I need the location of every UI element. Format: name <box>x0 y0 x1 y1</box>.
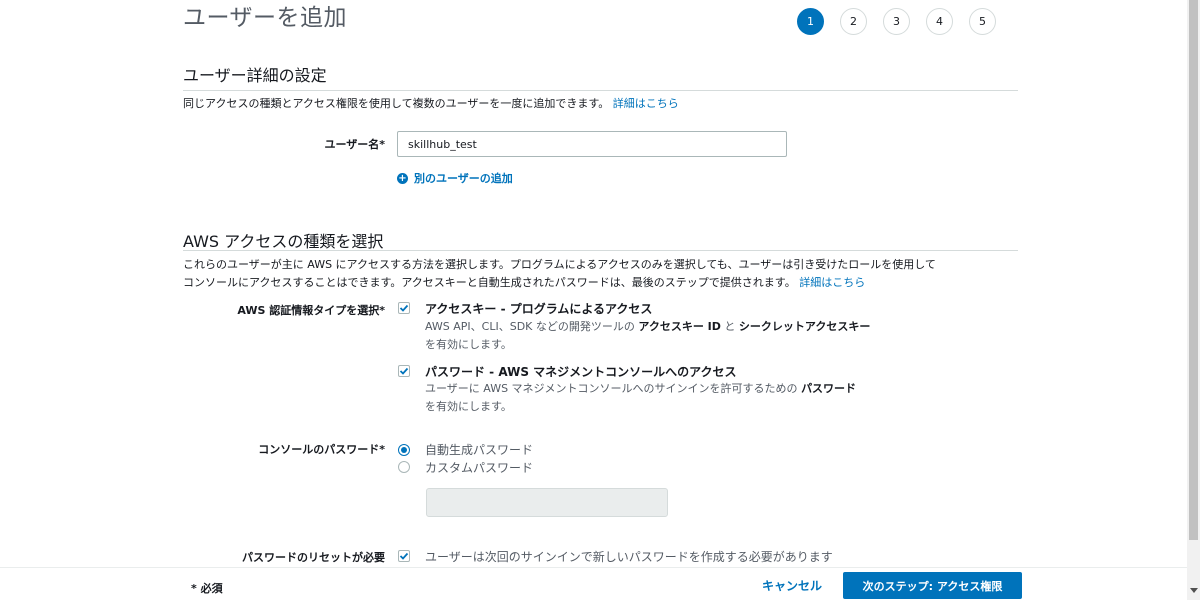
autogenerated-password-label: 自動生成パスワード <box>425 443 534 457</box>
step-2[interactable]: 2 <box>840 8 867 35</box>
next-permissions-button[interactable]: 次のステップ: アクセス権限 <box>843 572 1022 599</box>
opt2-desc-a: ユーザーに AWS マネジメントコンソールへのサインインを許可するための <box>425 382 798 395</box>
console-password-label: コンソールのパスワード* <box>258 443 385 456</box>
scrollbar-thumb[interactable] <box>1189 0 1198 540</box>
section-title-access-type: AWS アクセスの種類を選択 <box>183 232 384 251</box>
console-access-desc: ユーザーに AWS マネジメントコンソールへのサインインを許可するための パスワ… <box>425 380 856 416</box>
programmatic-access-title: アクセスキー - プログラムによるアクセス <box>425 302 653 316</box>
console-access-title: パスワード - AWS マネジメントコンソールへのアクセス <box>425 365 737 379</box>
opt1-desc-a: AWS API、CLI、SDK などの開発ツールの <box>425 320 635 333</box>
programmatic-access-checkbox[interactable] <box>398 302 410 314</box>
require-reset-text: ユーザーは次回のサインインで新しいパスワードを作成する必要があります <box>425 550 833 564</box>
page-title: ユーザーを追加 <box>183 5 348 31</box>
username-input[interactable]: skillhub_test <box>397 131 787 157</box>
add-another-user-label: 別のユーザーの追加 <box>414 172 513 185</box>
step-3[interactable]: 3 <box>883 8 910 35</box>
opt1-desc-d: シークレットアクセスキー <box>738 320 871 333</box>
cancel-button[interactable]: キャンセル <box>762 577 822 594</box>
section-description-line-2: コンソールにアクセスすることはできます。アクセスキーと自動生成されたパスワードは… <box>183 274 1028 292</box>
section-description: これらのユーザーが主に AWS にアクセスする方法を選択します。プログラムによる… <box>183 256 1028 292</box>
section-description-text: コンソールにアクセスすることはできます。アクセスキーと自動生成されたパスワードは… <box>183 276 796 289</box>
add-another-user-link[interactable]: + 別のユーザーの追加 <box>397 170 513 186</box>
opt1-desc-b: アクセスキー ID <box>638 320 721 333</box>
section-title-user-details: ユーザー詳細の設定 <box>183 66 327 85</box>
password-reset-label: パスワードのリセットが必要 <box>242 551 385 564</box>
section-description-text: 同じアクセスの種類とアクセス権限を使用して複数のユーザーを一度に追加できます。 <box>183 97 610 110</box>
divider <box>183 90 1018 91</box>
learn-more-link[interactable]: 詳細はこちら <box>799 276 865 289</box>
custom-password-radio[interactable] <box>398 461 410 473</box>
custom-password-label: カスタムパスワード <box>425 461 534 475</box>
opt2-desc-b: パスワード <box>801 382 857 395</box>
opt1-desc-e: を有効にします。 <box>425 338 512 351</box>
opt2-desc-c: を有効にします。 <box>425 400 512 413</box>
step-4[interactable]: 4 <box>926 8 953 35</box>
username-value: skillhub_test <box>408 137 477 151</box>
scroll-down-arrow-icon[interactable] <box>1190 588 1198 593</box>
step-1[interactable]: 1 <box>797 8 824 35</box>
plus-circle-icon: + <box>397 172 408 184</box>
checkmark-icon <box>399 367 409 375</box>
username-label: ユーザー名* <box>324 138 385 151</box>
required-note: * 必須 <box>191 582 223 595</box>
section-description: 同じアクセスの種類とアクセス権限を使用して複数のユーザーを一度に追加できます。 … <box>183 95 679 113</box>
wizard-steps: 1 2 3 4 5 <box>797 8 996 35</box>
section-description-line-1: これらのユーザーが主に AWS にアクセスする方法を選択します。プログラムによる… <box>183 258 936 271</box>
checkmark-icon <box>399 552 409 560</box>
learn-more-link[interactable]: 詳細はこちら <box>613 97 679 110</box>
require-reset-checkbox[interactable] <box>398 550 410 562</box>
credential-type-label: AWS 認証情報タイプを選択* <box>237 304 385 317</box>
console-access-checkbox[interactable] <box>398 365 410 377</box>
programmatic-access-desc: AWS API、CLI、SDK などの開発ツールの アクセスキー ID と シー… <box>425 318 870 354</box>
divider <box>183 250 1018 251</box>
checkmark-icon <box>399 304 409 312</box>
custom-password-input[interactable] <box>426 488 668 517</box>
autogenerated-password-radio[interactable] <box>398 444 410 456</box>
step-5[interactable]: 5 <box>969 8 996 35</box>
opt1-desc-c: と <box>724 320 736 333</box>
